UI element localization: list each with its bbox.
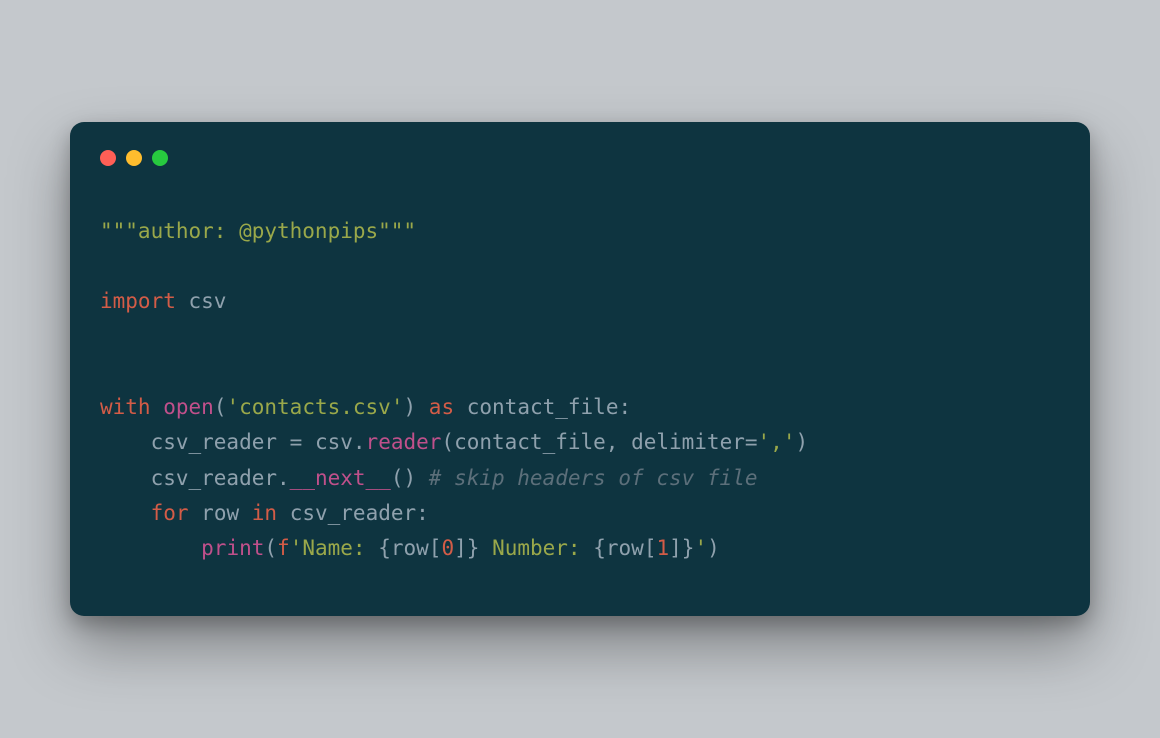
space bbox=[277, 501, 290, 525]
kwarg-name: delimiter bbox=[631, 430, 745, 454]
reader-fn: reader bbox=[366, 430, 442, 454]
import-keyword: import bbox=[100, 289, 176, 313]
indent bbox=[100, 466, 151, 490]
comma: , bbox=[606, 430, 631, 454]
lbrace: { bbox=[378, 536, 391, 560]
minimize-icon[interactable] bbox=[126, 150, 142, 166]
docstring: """author: @pythonpips""" bbox=[100, 219, 416, 243]
as-keyword: as bbox=[429, 395, 454, 419]
lbracket: [ bbox=[429, 536, 442, 560]
indent bbox=[100, 430, 151, 454]
dot: . bbox=[277, 466, 290, 490]
space bbox=[189, 501, 202, 525]
traffic-lights bbox=[100, 150, 1060, 166]
indent bbox=[100, 501, 151, 525]
index: 0 bbox=[441, 536, 454, 560]
colon: : bbox=[618, 395, 631, 419]
for-keyword: for bbox=[151, 501, 189, 525]
rparen: ) bbox=[707, 536, 720, 560]
parens: () bbox=[391, 466, 429, 490]
lparen: ( bbox=[441, 430, 454, 454]
rbrace: } bbox=[467, 536, 480, 560]
equals: = bbox=[290, 430, 303, 454]
indent bbox=[100, 536, 201, 560]
lbrace: { bbox=[593, 536, 606, 560]
fprefix: f bbox=[277, 536, 290, 560]
rbrace: } bbox=[682, 536, 695, 560]
code-window: """author: @pythonpips""" import csv wit… bbox=[70, 122, 1090, 617]
lbracket: [ bbox=[644, 536, 657, 560]
iter-name: csv_reader bbox=[290, 501, 416, 525]
maximize-icon[interactable] bbox=[152, 150, 168, 166]
close-icon[interactable] bbox=[100, 150, 116, 166]
print-fn: print bbox=[201, 536, 264, 560]
dot: . bbox=[353, 430, 366, 454]
lparen: ( bbox=[264, 536, 277, 560]
rbracket: ] bbox=[669, 536, 682, 560]
string-val: ',' bbox=[758, 430, 796, 454]
expr: row bbox=[606, 536, 644, 560]
space bbox=[416, 395, 429, 419]
expr: row bbox=[391, 536, 429, 560]
space bbox=[239, 501, 252, 525]
quote: ' bbox=[290, 536, 303, 560]
next-fn: __next__ bbox=[290, 466, 391, 490]
arg: contact_file bbox=[454, 430, 606, 454]
rbracket: ] bbox=[454, 536, 467, 560]
rparen: ) bbox=[795, 430, 808, 454]
module-ref: csv bbox=[302, 430, 353, 454]
equals: = bbox=[745, 430, 758, 454]
index: 1 bbox=[656, 536, 669, 560]
var-name: contact_file bbox=[467, 395, 619, 419]
in-keyword: in bbox=[252, 501, 277, 525]
string-arg: 'contacts.csv' bbox=[226, 395, 403, 419]
space bbox=[454, 395, 467, 419]
fstr-text: Name: bbox=[302, 536, 378, 560]
obj-ref: csv_reader bbox=[151, 466, 277, 490]
space bbox=[151, 395, 164, 419]
lparen: ( bbox=[214, 395, 227, 419]
open-fn: open bbox=[163, 395, 214, 419]
with-keyword: with bbox=[100, 395, 151, 419]
code-block: """author: @pythonpips""" import csv wit… bbox=[100, 214, 1060, 567]
loop-var: row bbox=[201, 501, 239, 525]
var-name: csv_reader bbox=[151, 430, 290, 454]
quote: ' bbox=[694, 536, 707, 560]
rparen: ) bbox=[403, 395, 416, 419]
colon: : bbox=[416, 501, 429, 525]
module-name: csv bbox=[176, 289, 227, 313]
comment: # skip headers of csv file bbox=[429, 466, 758, 490]
fstr-text: Number: bbox=[479, 536, 593, 560]
